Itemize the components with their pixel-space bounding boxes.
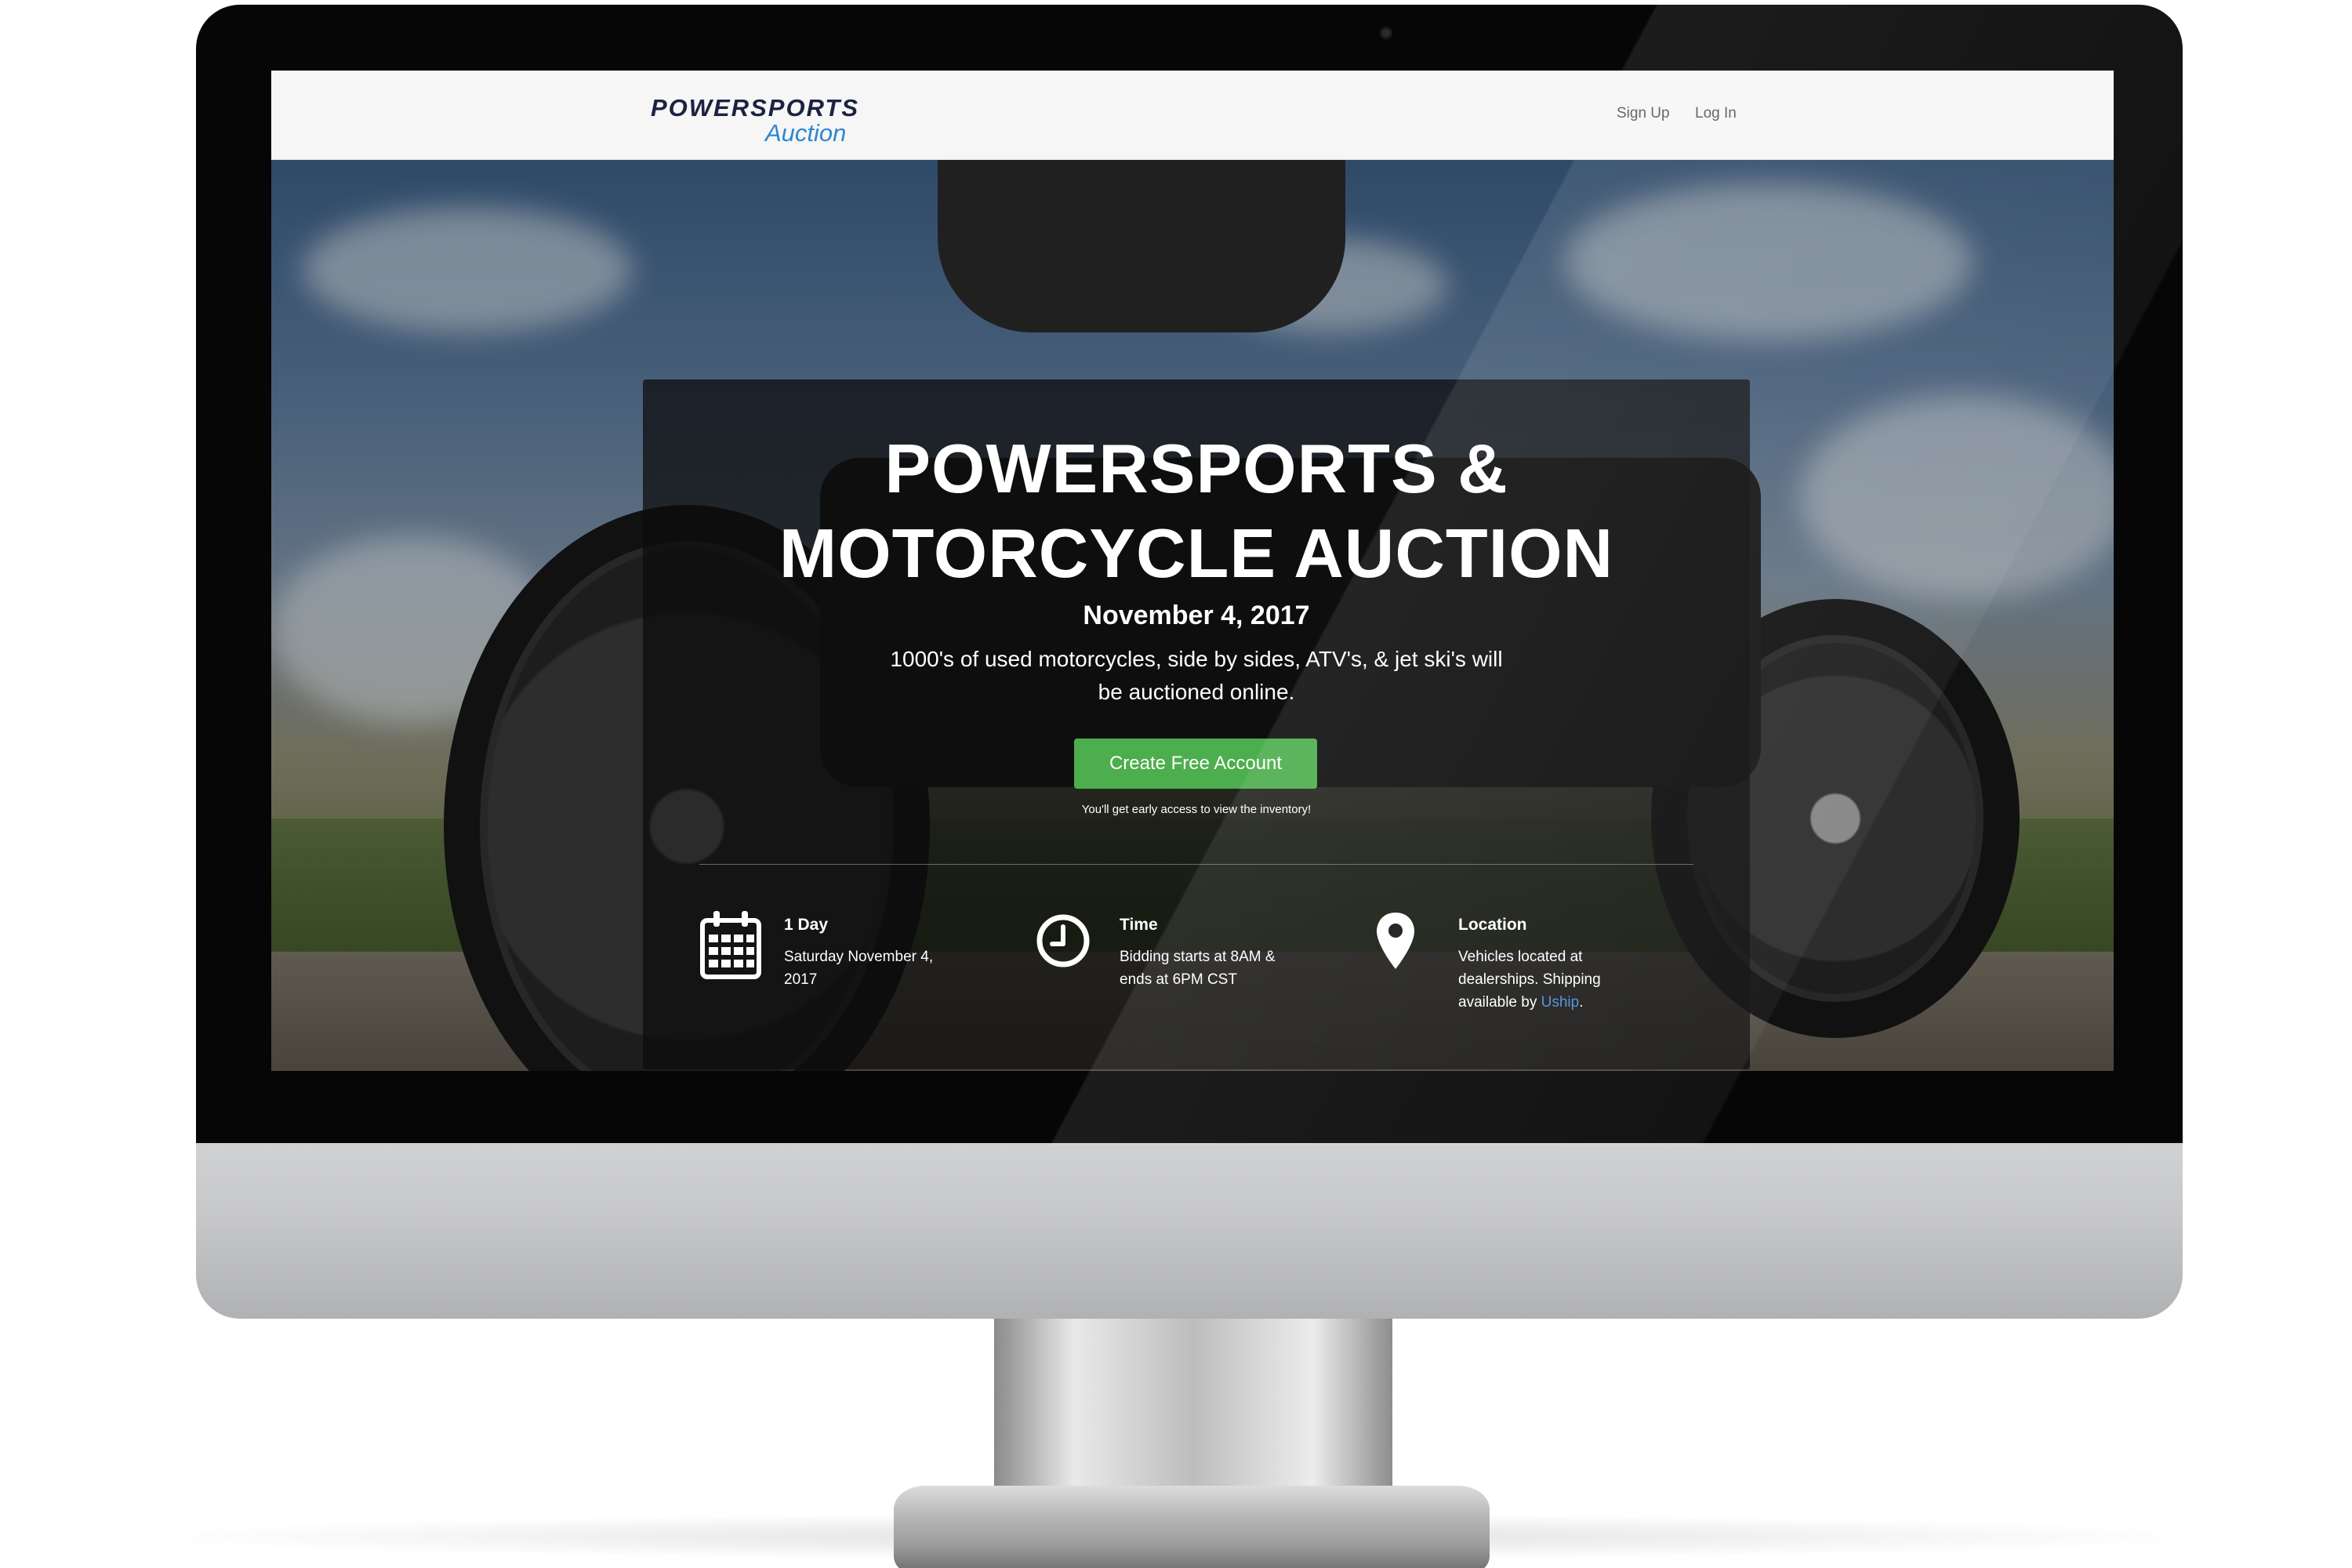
feature-title: 1 Day bbox=[784, 916, 829, 934]
feature-text-after-link: . bbox=[1579, 994, 1584, 1011]
divider bbox=[699, 864, 1693, 865]
hero-section: POWERSPORTS & MOTORCYCLE AUCTION Novembe… bbox=[271, 160, 2114, 1071]
feature-text: Vehicles located at dealerships. Shippin… bbox=[1458, 946, 1639, 1014]
create-account-button[interactable]: Create Free Account bbox=[1074, 739, 1317, 789]
monitor-stand-base bbox=[894, 1486, 1490, 1568]
auction-info-card: POWERSPORTS & MOTORCYCLE AUCTION Novembe… bbox=[643, 379, 1750, 1069]
hero-title-line2: MOTORCYCLE AUCTION bbox=[779, 514, 1614, 592]
feature-location: Location Vehicles located at dealerships… bbox=[1374, 909, 1687, 1035]
cta-note: You'll get early access to view the inve… bbox=[1081, 803, 1312, 816]
calendar-icon bbox=[700, 911, 761, 979]
map-pin-icon bbox=[1377, 913, 1414, 969]
uship-link[interactable]: Uship bbox=[1541, 994, 1580, 1011]
login-link[interactable]: Log In bbox=[1695, 105, 1737, 122]
hero-title: POWERSPORTS & MOTORCYCLE AUCTION bbox=[643, 426, 1750, 596]
feature-title: Time bbox=[1120, 916, 1158, 934]
feature-duration: 1 Day Saturday November 4, 2017 bbox=[699, 909, 1013, 1035]
feature-time: Time Bidding starts at 8AM & ends at 6PM… bbox=[1035, 909, 1348, 1035]
feature-text: Bidding starts at 8AM & ends at 6PM CST bbox=[1120, 949, 1276, 988]
monitor-stand-neck bbox=[994, 1313, 1392, 1494]
navbar: POWERSPORTS Auction Sign Up Log In bbox=[271, 71, 2114, 160]
hero-title-line1: POWERSPORTS & bbox=[884, 430, 1508, 507]
site-logo[interactable]: POWERSPORTS Auction bbox=[651, 94, 862, 149]
auction-date: November 4, 2017 bbox=[1083, 601, 1310, 630]
camera-icon bbox=[1380, 27, 1392, 39]
clock-icon bbox=[1036, 914, 1090, 967]
logo-wordmark: POWERSPORTS bbox=[651, 94, 860, 122]
feature-text: Saturday November 4, 2017 bbox=[784, 949, 934, 988]
feature-title: Location bbox=[1458, 916, 1527, 934]
hero-description: 1000's of used motorcycles, side by side… bbox=[890, 647, 1503, 704]
screen: POWERSPORTS Auction Sign Up Log In POWER… bbox=[271, 71, 2114, 1071]
signup-link[interactable]: Sign Up bbox=[1617, 105, 1670, 122]
logo-subtitle: Auction bbox=[765, 119, 847, 147]
